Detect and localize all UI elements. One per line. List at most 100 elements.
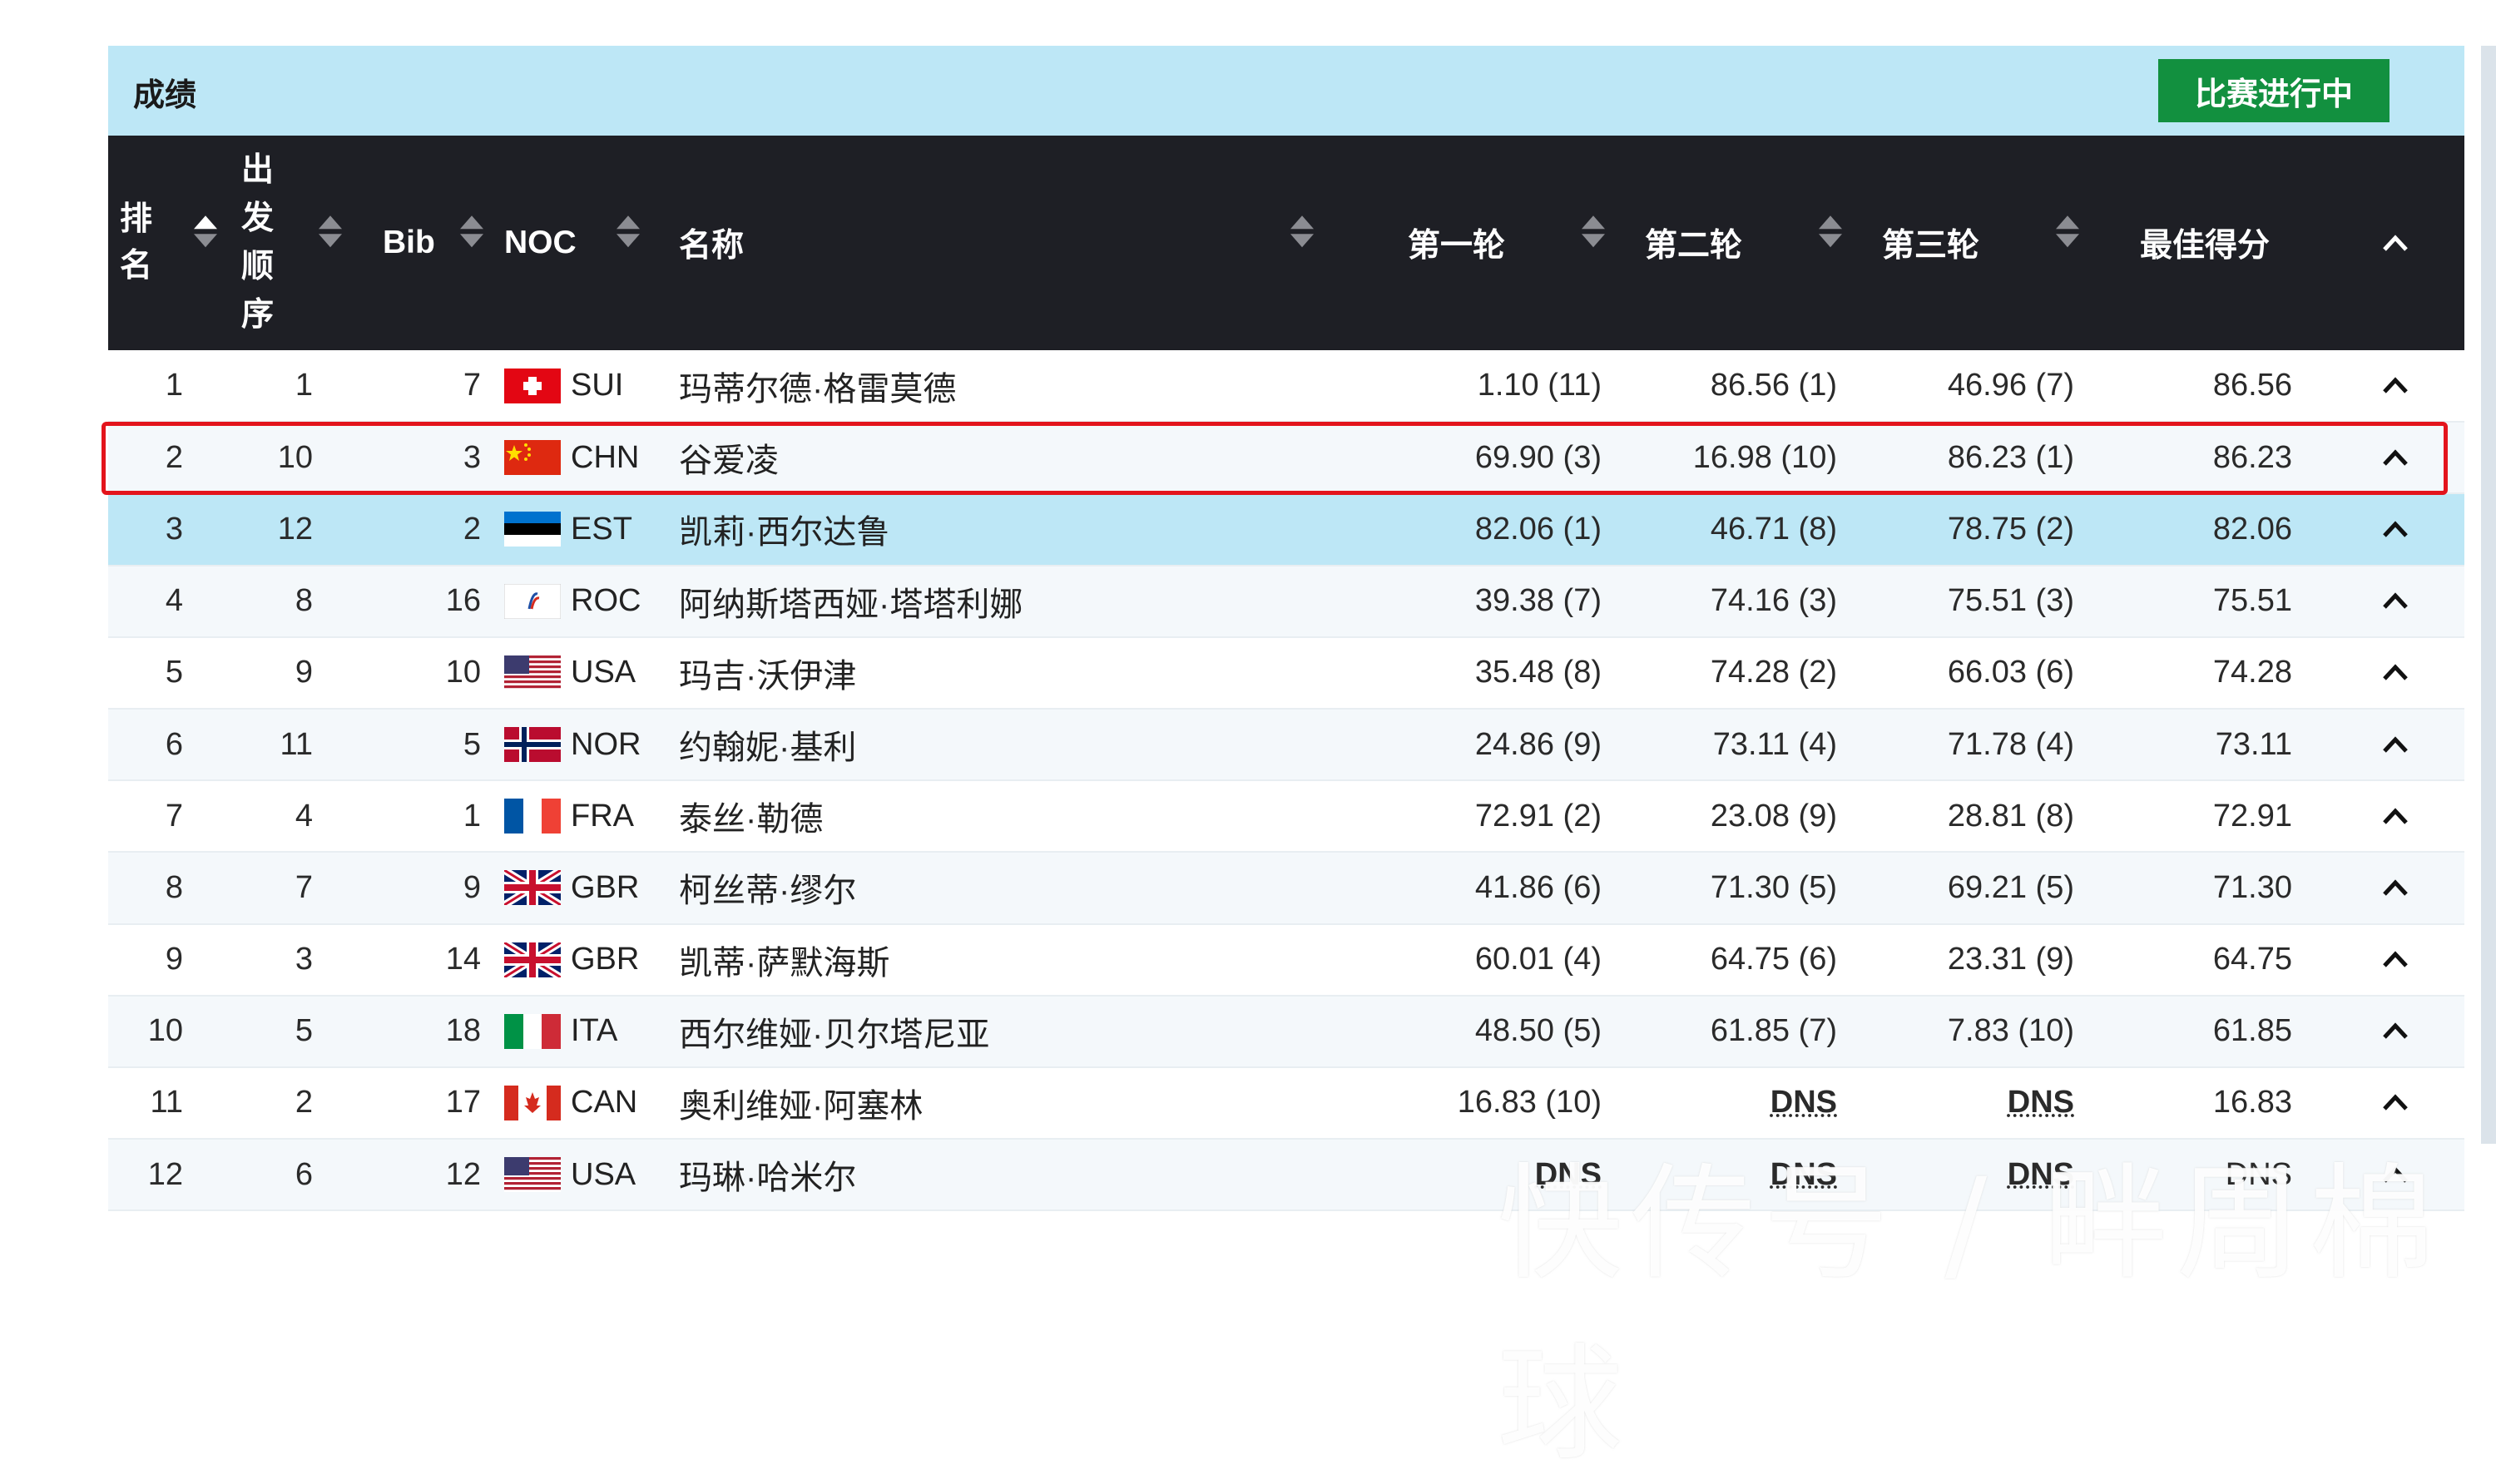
chevron-up-icon[interactable] bbox=[2381, 512, 2409, 547]
row-expand-toggle[interactable] bbox=[2325, 422, 2464, 495]
sui-flag-icon bbox=[504, 368, 561, 403]
sort-icon[interactable] bbox=[458, 212, 486, 250]
athlete-name[interactable]: 玛蒂尔德·格雷莫德 bbox=[666, 350, 1373, 423]
chevron-up-icon[interactable] bbox=[2381, 727, 2409, 762]
sort-active-icon[interactable] bbox=[191, 212, 220, 250]
sort-icon[interactable] bbox=[1288, 212, 1316, 250]
athlete-name[interactable]: 奥利维娅·阿塞林 bbox=[666, 1066, 1373, 1140]
sort-icon[interactable] bbox=[614, 212, 642, 250]
run1-score: 41.86 (6) bbox=[1373, 852, 1610, 925]
chevron-up-icon[interactable] bbox=[2381, 942, 2409, 977]
col-header-run2[interactable]: 第二轮 bbox=[1610, 136, 1847, 350]
chevron-up-icon[interactable] bbox=[2381, 655, 2409, 690]
usa-flag-icon bbox=[504, 655, 561, 690]
start-order-cell: 1 bbox=[225, 350, 349, 423]
chevron-up-icon[interactable] bbox=[2381, 799, 2409, 834]
row-expand-toggle[interactable] bbox=[2325, 995, 2464, 1068]
results-title: 成绩 bbox=[133, 78, 197, 113]
run3-score: 28.81 (8) bbox=[1847, 780, 2084, 853]
bib-header-label: Bib bbox=[383, 225, 435, 260]
sort-icon[interactable] bbox=[316, 212, 344, 250]
col-header-run3[interactable]: 第三轮 bbox=[1847, 136, 2084, 350]
best-score: 71.30 bbox=[2084, 852, 2325, 925]
athlete-name[interactable]: 玛琳·哈米尔 bbox=[666, 1139, 1373, 1212]
table-row[interactable]: 9 3 14 GBR 凯蒂·萨默海斯 60.01 (4) 64.75 (6) 23.31 (9… bbox=[108, 923, 2464, 997]
run1-score: 48.50 (5) bbox=[1373, 995, 1610, 1068]
athlete-name[interactable]: 阿纳斯塔西娅·塔塔利娜 bbox=[666, 565, 1373, 638]
results-title-bar: 成绩 比赛进行中 bbox=[108, 46, 2464, 136]
col-header-name[interactable]: 名称 bbox=[666, 136, 1373, 350]
run3-score: 86.23 (1) bbox=[1847, 422, 2084, 495]
best-score: 73.11 bbox=[2084, 708, 2325, 782]
table-row[interactable]: 6 11 5 NOR 约翰妮·基利 24.86 (9) 73.11 (4) 71.78 (4)… bbox=[108, 708, 2464, 782]
row-expand-toggle[interactable] bbox=[2325, 780, 2464, 853]
run3-score: 23.31 (9) bbox=[1847, 923, 2084, 997]
chevron-up-icon[interactable] bbox=[2381, 225, 2409, 260]
fra-flag-icon bbox=[504, 799, 561, 834]
run2-header-label: 第二轮 bbox=[1645, 228, 1743, 264]
run2-score: 16.98 (10) bbox=[1610, 422, 1847, 495]
collapse-all-toggle[interactable] bbox=[2325, 136, 2464, 350]
row-expand-toggle[interactable] bbox=[2325, 708, 2464, 782]
run2-score: 64.75 (6) bbox=[1610, 923, 1847, 997]
table-row[interactable]: 5 9 10 USA 玛吉·沃伊津 35.48 (8) 74.28 (2) 66.03 (6)… bbox=[108, 636, 2464, 710]
noc-cell: USA bbox=[491, 1139, 666, 1212]
rank-cell: 9 bbox=[108, 923, 225, 997]
bib-cell: 1 bbox=[349, 780, 491, 853]
athlete-name[interactable]: 谷爱凌 bbox=[666, 422, 1373, 495]
best-score: 82.06 bbox=[2084, 493, 2325, 566]
table-row[interactable]: 8 7 9 GBR 柯丝蒂·缪尔 41.86 (6) 71.30 (5) 69.21 (5) 7… bbox=[108, 852, 2464, 925]
table-row[interactable]: 10 5 18 ITA 西尔维娅·贝尔塔尼亚 48.50 (5) 61.85 (7) 7.83… bbox=[108, 995, 2464, 1068]
noc-cell: ROC bbox=[491, 565, 666, 638]
row-expand-toggle[interactable] bbox=[2325, 565, 2464, 638]
athlete-name[interactable]: 柯丝蒂·缪尔 bbox=[666, 852, 1373, 925]
chevron-up-icon[interactable] bbox=[2381, 440, 2409, 475]
col-header-bib[interactable]: Bib bbox=[349, 136, 491, 350]
row-expand-toggle[interactable] bbox=[2325, 852, 2464, 925]
row-expand-toggle[interactable] bbox=[2325, 350, 2464, 423]
rank-cell: 5 bbox=[108, 636, 225, 710]
row-expand-toggle[interactable] bbox=[2325, 493, 2464, 566]
table-row[interactable]: 7 4 1 FRA 泰丝·勒德 72.91 (2) 23.08 (9) 28.81 (8) 72… bbox=[108, 780, 2464, 853]
table-row[interactable]: 1 1 7 SUI 玛蒂尔德·格雷莫德 1.10 (11) 86.56 (1) 46.96 (… bbox=[108, 350, 2464, 423]
run1-score: 82.06 (1) bbox=[1373, 493, 1610, 566]
athlete-name[interactable]: 凯莉·西尔达鲁 bbox=[666, 493, 1373, 566]
table-row[interactable]: 4 8 16 ROC 阿纳斯塔西娅·塔塔利娜 39.38 (7) 74.16 (3) 75.5… bbox=[108, 565, 2464, 638]
start-order-cell: 12 bbox=[225, 493, 349, 566]
athlete-name[interactable]: 约翰妮·基利 bbox=[666, 708, 1373, 782]
noc-code: SUI bbox=[571, 368, 624, 403]
chevron-up-icon[interactable] bbox=[2381, 1085, 2409, 1120]
noc-code: CHN bbox=[571, 439, 640, 475]
row-expand-toggle[interactable] bbox=[2325, 636, 2464, 710]
col-header-noc[interactable]: NOC bbox=[491, 136, 666, 350]
scrollbar[interactable] bbox=[2481, 46, 2496, 1144]
col-header-start-order[interactable]: 出发顺序 bbox=[225, 136, 349, 350]
live-status-badge: 比赛进行中 bbox=[2158, 59, 2390, 122]
chevron-up-icon[interactable] bbox=[2381, 1013, 2409, 1048]
col-header-best[interactable]: 最佳得分 bbox=[2084, 136, 2325, 350]
table-row[interactable]: 2 10 3 CHN 谷爱凌 69.90 (3) 16.98 (10) 86.23 (1) 86… bbox=[108, 422, 2464, 495]
chevron-up-icon[interactable] bbox=[2381, 870, 2409, 905]
col-header-rank[interactable]: 排名 bbox=[108, 136, 225, 350]
chevron-up-icon[interactable] bbox=[2381, 368, 2409, 403]
chevron-up-icon[interactable] bbox=[2381, 583, 2409, 618]
noc-code: EST bbox=[571, 511, 632, 547]
table-header-row: 排名 出发顺序 Bib NOC 名称 第一轮 第二轮 第三轮 最佳得分 bbox=[108, 136, 2464, 350]
run1-score: 72.91 (2) bbox=[1373, 780, 1610, 853]
row-expand-toggle[interactable] bbox=[2325, 923, 2464, 997]
gbr-flag-icon bbox=[504, 870, 561, 906]
rank-cell: 7 bbox=[108, 780, 225, 853]
sort-icon[interactable] bbox=[1579, 212, 1607, 250]
start-order-cell: 5 bbox=[225, 995, 349, 1068]
table-row[interactable]: 3 12 2 EST 凯莉·西尔达鲁 82.06 (1) 46.71 (8) 78.75 (2… bbox=[108, 493, 2464, 566]
athlete-name[interactable]: 泰丝·勒德 bbox=[666, 780, 1373, 853]
sort-icon[interactable] bbox=[2053, 212, 2082, 250]
noc-code: USA bbox=[571, 655, 636, 690]
col-header-run1[interactable]: 第一轮 bbox=[1373, 136, 1610, 350]
noc-cell: GBR bbox=[491, 852, 666, 925]
sort-icon[interactable] bbox=[1816, 212, 1845, 250]
athlete-name[interactable]: 西尔维娅·贝尔塔尼亚 bbox=[666, 995, 1373, 1068]
noc-cell: SUI bbox=[491, 350, 666, 423]
athlete-name[interactable]: 玛吉·沃伊津 bbox=[666, 636, 1373, 710]
athlete-name[interactable]: 凯蒂·萨默海斯 bbox=[666, 923, 1373, 997]
